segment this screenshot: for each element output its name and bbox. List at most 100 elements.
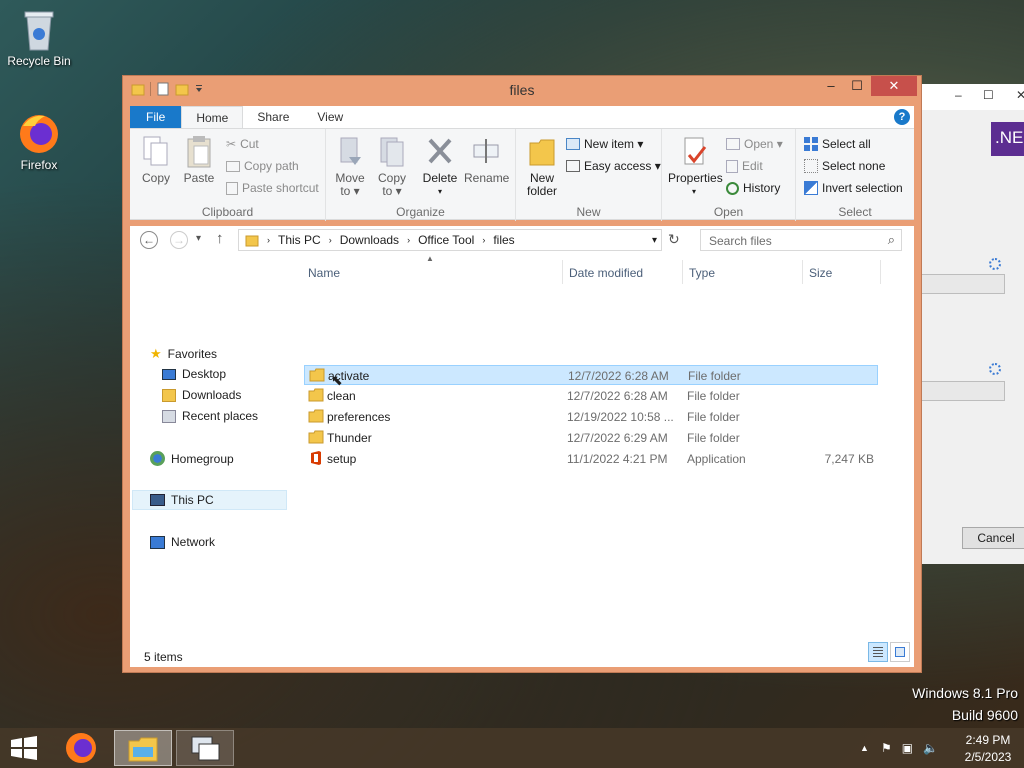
column-header-type[interactable]: Type [689, 266, 715, 280]
file-date: 12/7/2022 6:29 AM [567, 431, 668, 445]
copy-to-button[interactable]: Copy to ▾ [372, 135, 412, 198]
new-folder-button[interactable]: New folder [522, 135, 562, 198]
easy-access-button[interactable]: Easy access ▾ [566, 159, 661, 173]
sidebar-homegroup[interactable]: Homegroup [150, 451, 234, 466]
forward-button[interactable]: → [170, 231, 188, 249]
select-none-button[interactable]: Select none [804, 159, 885, 173]
tab-home[interactable]: Home [181, 106, 244, 128]
large-icons-view-button[interactable] [890, 642, 910, 662]
properties-button[interactable]: Properties ▾ [668, 135, 723, 198]
edit-icon [726, 159, 738, 173]
cut-button[interactable]: ✂ Cut [226, 137, 259, 151]
close-button[interactable]: ✕ [871, 76, 917, 96]
recent-locations-dropdown-icon[interactable]: ▾ [196, 233, 201, 244]
refresh-button[interactable]: ↻ [668, 231, 680, 248]
sidebar-item-downloads[interactable]: Downloads [162, 388, 241, 402]
sidebar-this-pc-label: This PC [171, 493, 214, 507]
background-minimize-button[interactable]: – [955, 88, 962, 102]
sidebar-favorites[interactable]: ★ Favorites [150, 346, 217, 362]
invert-selection-button[interactable]: Invert selection [804, 181, 903, 195]
open-group: Properties ▾ Open ▾ Edit History Open [662, 129, 796, 221]
recycle-bin-desktop-icon[interactable]: Recycle Bin [4, 6, 74, 68]
sidebar-item-desktop[interactable]: Desktop [162, 367, 226, 381]
up-button[interactable]: ↑ [216, 230, 224, 247]
breadcrumb-office-tool[interactable]: Office Tool [418, 233, 474, 247]
copy-path-button[interactable]: Copy path [226, 159, 299, 173]
help-icon[interactable]: ? [894, 109, 910, 125]
breadcrumb-downloads[interactable]: Downloads [340, 233, 399, 247]
folder-icon [308, 409, 324, 423]
background-maximize-button[interactable]: ☐ [983, 88, 994, 102]
copy-icon [143, 136, 168, 166]
taskbar-file-explorer-button[interactable] [114, 730, 172, 766]
delete-label: Delete [422, 171, 458, 185]
invert-selection-icon [804, 181, 818, 195]
edit-button[interactable]: Edit [726, 159, 763, 173]
details-view-button[interactable] [868, 642, 888, 662]
table-row[interactable]: preferences 12/19/2022 10:58 ... File fo… [304, 407, 878, 427]
delete-dropdown-icon[interactable]: ▾ [418, 185, 462, 198]
tab-share[interactable]: Share [243, 106, 303, 128]
file-type: File folder [688, 369, 741, 383]
paste-button[interactable]: Paste [178, 135, 220, 185]
sidebar-item-recent-places[interactable]: Recent places [162, 409, 258, 423]
address-bar[interactable]: › This PC › Downloads › Office Tool › fi… [238, 229, 662, 251]
paste-shortcut-button[interactable]: Paste shortcut [226, 181, 319, 195]
network-status-icon[interactable]: ▣ [902, 741, 913, 755]
new-item-label: New item ▾ [584, 137, 644, 151]
history-button[interactable]: History [726, 181, 780, 195]
new-folder-label: New folder [526, 171, 558, 198]
tab-file[interactable]: File [130, 106, 182, 128]
table-row[interactable]: setup 11/1/2022 4:21 PM Application 7,24… [304, 449, 878, 469]
search-input[interactable]: Search files ⌕ [700, 229, 902, 251]
copy-button[interactable]: Copy [136, 135, 176, 185]
taskbar-firefox-button[interactable] [52, 730, 110, 766]
file-date: 11/1/2022 4:21 PM [567, 452, 668, 466]
taskbar-app-button[interactable] [176, 730, 234, 766]
action-center-flag-icon[interactable]: ⚑ [881, 741, 892, 755]
select-none-label: Select none [822, 159, 886, 173]
sidebar-this-pc[interactable]: This PC [132, 490, 287, 510]
tab-view[interactable]: View [303, 106, 357, 128]
clock[interactable]: 2:49 PM 2/5/2023 [952, 733, 1024, 764]
select-all-button[interactable]: Select all [804, 137, 871, 151]
background-dialog-titlebar: – ☐ ✕ [921, 84, 1024, 110]
maximize-button[interactable]: ☐ [842, 76, 872, 96]
back-button[interactable]: ← [140, 231, 158, 249]
delete-button[interactable]: Delete ▾ [418, 135, 462, 198]
move-to-button[interactable]: Move to ▾ [330, 135, 370, 198]
file-date: 12/7/2022 6:28 AM [567, 389, 668, 403]
show-hidden-icons-button[interactable]: ▲ [860, 743, 869, 753]
background-close-button[interactable]: ✕ [1016, 88, 1024, 102]
firefox-desktop-icon[interactable]: Firefox [4, 112, 74, 172]
table-row[interactable]: activate 12/7/2022 6:28 AM File folder ⬉ [304, 365, 878, 388]
rename-button[interactable]: Rename [464, 135, 509, 185]
rename-icon [473, 139, 499, 163]
breadcrumb-separator: › [328, 235, 332, 245]
column-header-name[interactable]: Name [308, 266, 340, 280]
properties-dropdown-icon[interactable]: ▾ [668, 185, 720, 198]
copy-to-icon [380, 137, 404, 167]
select-group: Select all Select none Invert selection … [796, 129, 914, 221]
table-row[interactable]: Thunder 12/7/2022 6:29 AM File folder [304, 428, 878, 448]
file-explorer-icon [128, 737, 158, 762]
column-header-size[interactable]: Size [809, 266, 832, 280]
sidebar-item-recent-places-label: Recent places [182, 409, 259, 423]
ribbon-tabs: File Home Share View ? [130, 106, 914, 128]
folder-location-icon [245, 235, 259, 247]
folder-icon [309, 368, 325, 382]
sidebar-network[interactable]: Network [150, 535, 215, 549]
breadcrumb-this-pc[interactable]: This PC [278, 233, 321, 247]
open-button[interactable]: Open ▾ [726, 137, 783, 151]
table-row[interactable]: clean 12/7/2022 6:28 AM File folder [304, 386, 878, 406]
new-item-button[interactable]: New item ▾ [566, 137, 643, 151]
start-button[interactable] [10, 736, 38, 760]
volume-icon[interactable]: 🔈 [923, 741, 938, 755]
cancel-button[interactable]: Cancel [962, 527, 1024, 549]
select-none-icon [804, 159, 818, 173]
address-dropdown-icon[interactable]: ▾ [652, 235, 657, 246]
column-header-date-modified[interactable]: Date modified [569, 266, 643, 280]
easy-access-icon [566, 160, 580, 172]
sidebar-favorites-label: Favorites [167, 347, 218, 361]
breadcrumb-files[interactable]: files [493, 233, 514, 247]
